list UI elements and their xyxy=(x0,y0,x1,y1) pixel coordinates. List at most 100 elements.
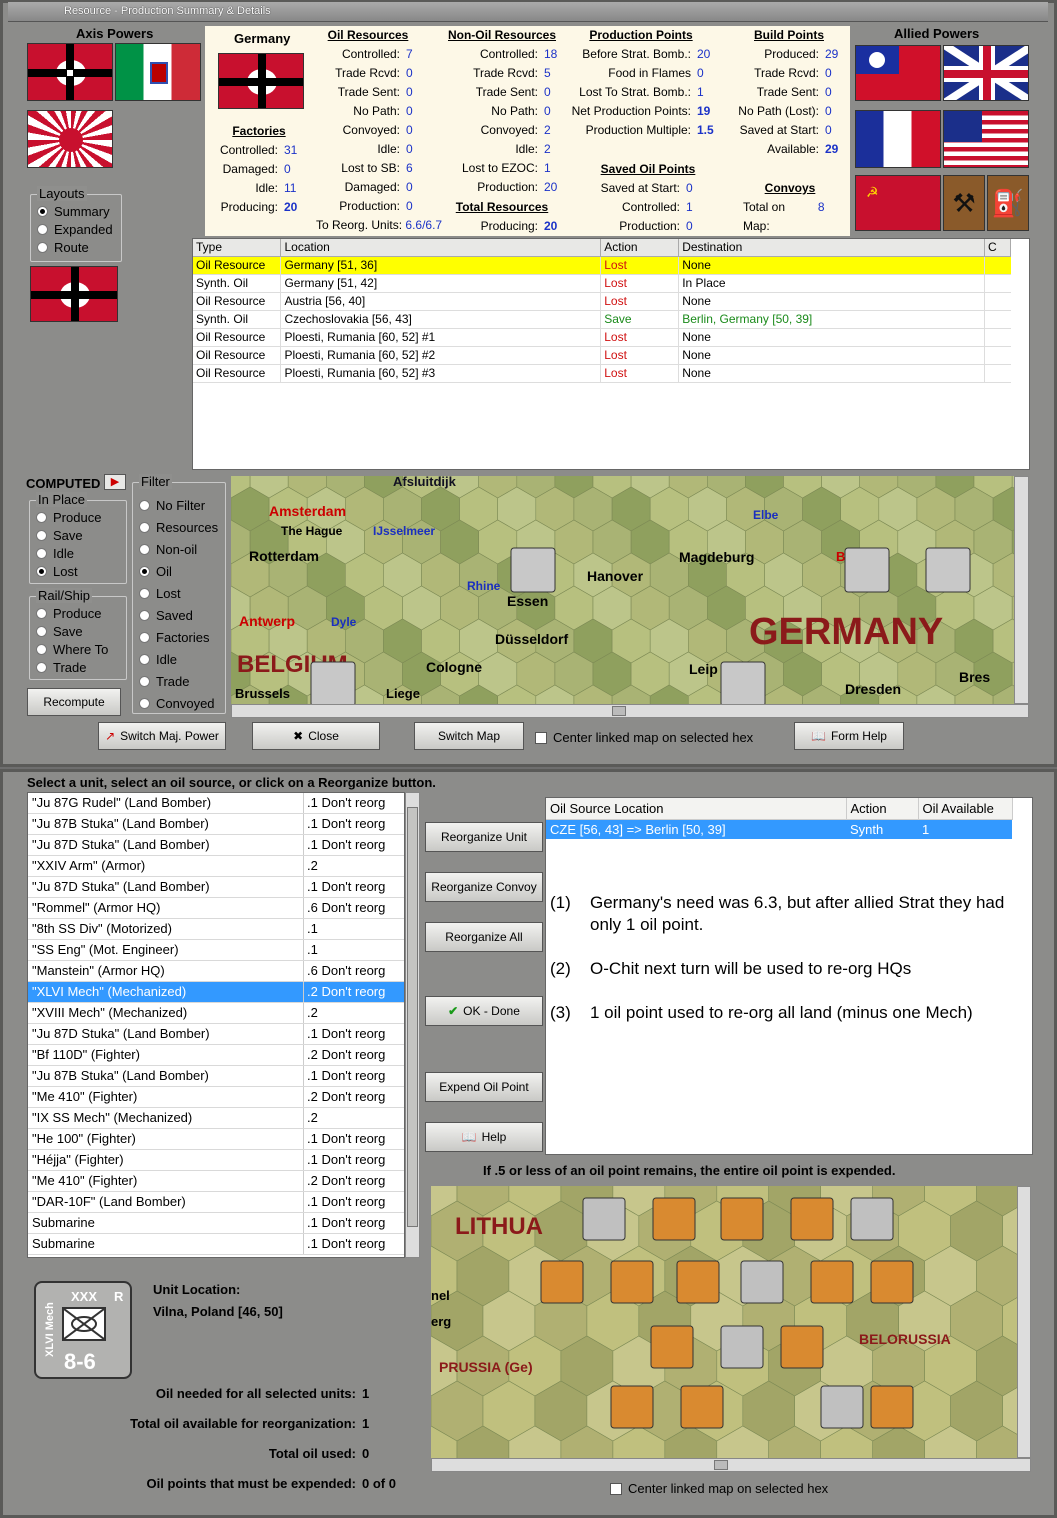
filter-option-oil[interactable]: Oil xyxy=(139,560,218,582)
oil-derrick-icon[interactable]: ⛽ xyxy=(987,175,1029,231)
map-unit-counter[interactable] xyxy=(720,661,766,704)
flag-uk[interactable] xyxy=(943,45,1029,101)
top-map-vscroll[interactable] xyxy=(1014,476,1029,704)
unit-list-item[interactable]: "XLVI Mech" (Mechanized) .2 Don't reorg xyxy=(28,982,404,1003)
map-unit-counter[interactable] xyxy=(582,1197,626,1241)
column-header[interactable]: Action xyxy=(600,239,680,257)
filter-option-saved[interactable]: Saved xyxy=(139,604,218,626)
unit-list-item[interactable]: "Manstein" (Armor HQ) .6 Don't reorg xyxy=(28,961,404,982)
recompute-button[interactable]: Recompute xyxy=(27,688,121,716)
oil-column-header[interactable]: Oil Available xyxy=(918,798,1013,820)
map-unit-counter[interactable] xyxy=(844,547,890,593)
oil-source-row[interactable]: CZE [56, 43] => Berlin [50, 39] Synth 1 xyxy=(546,819,1012,839)
map-unit-counter[interactable] xyxy=(676,1260,720,1304)
in_place-option-lost[interactable]: Lost xyxy=(36,562,101,580)
table-row[interactable]: Synth. Oil Germany [51, 42] Lost In Place xyxy=(193,274,1011,293)
reorganize-all-button[interactable]: Reorganize All xyxy=(425,922,543,952)
unit-list-item[interactable]: "Me 410" (Fighter) .2 Don't reorg xyxy=(28,1171,404,1192)
filter-option-idle[interactable]: Idle xyxy=(139,648,218,670)
unit-list-item[interactable]: Submarine .1 Don't reorg xyxy=(28,1234,404,1255)
production-icon[interactable]: ⚒ xyxy=(943,175,985,231)
flag-japan[interactable] xyxy=(27,110,113,168)
map-unit-counter[interactable] xyxy=(780,1325,824,1369)
filter-option-no-filter[interactable]: No Filter xyxy=(139,494,218,516)
rail_ship-option-produce[interactable]: Produce xyxy=(36,604,108,622)
reorganize-unit-button[interactable]: Reorganize Unit xyxy=(425,822,543,852)
oil-column-header[interactable]: Oil Source Location xyxy=(546,798,847,820)
column-header[interactable]: Destination xyxy=(678,239,985,257)
unit-list-item[interactable]: "Héjja" (Fighter) .1 Don't reorg xyxy=(28,1150,404,1171)
unit-list-item[interactable]: Submarine .1 Don't reorg xyxy=(28,1213,404,1234)
unit-list-item[interactable]: "Bf 110D" (Fighter) .2 Don't reorg xyxy=(28,1045,404,1066)
table-row[interactable]: Oil Resource Ploesti, Rumania [60, 52] #3… xyxy=(193,364,1011,383)
map-unit-counter[interactable] xyxy=(925,547,971,593)
table-row[interactable]: Synth. Oil Czechoslovakia [56, 43] Save Ber… xyxy=(193,310,1011,329)
unit-list-item[interactable]: "Ju 87D Stuka" (Land Bomber) .1 Don't reo… xyxy=(28,877,404,898)
center-linked-checkbox-top[interactable]: Center linked map on selected hex xyxy=(535,730,753,745)
in_place-option-save[interactable]: Save xyxy=(36,526,101,544)
center-linked-checkbox-bottom[interactable]: Center linked map on selected hex xyxy=(610,1481,828,1496)
unit-list-item[interactable]: "He 100" (Fighter) .1 Don't reorg xyxy=(28,1129,404,1150)
table-row[interactable]: Oil Resource Ploesti, Rumania [60, 52] #2… xyxy=(193,346,1011,365)
unit-list-item[interactable]: "Ju 87B Stuka" (Land Bomber) .1 Don't reo… xyxy=(28,1066,404,1087)
top-map-hscroll[interactable] xyxy=(231,704,1029,718)
layouts-option-expanded[interactable]: Expanded xyxy=(37,220,113,238)
filter-option-non-oil[interactable]: Non-oil xyxy=(139,538,218,560)
column-header[interactable]: Type xyxy=(193,239,282,257)
map-unit-counter[interactable] xyxy=(870,1260,914,1304)
bottom-map-hscroll[interactable] xyxy=(431,1458,1031,1472)
unit-list-item[interactable]: "DAR-10F" (Land Bomber) .1 Don't reorg xyxy=(28,1192,404,1213)
column-header[interactable]: Location xyxy=(280,239,602,257)
unit-list-item[interactable]: "SS Eng" (Mot. Engineer) .1 xyxy=(28,940,404,961)
switch-map-button[interactable]: Switch Map xyxy=(414,722,524,750)
bottom-map[interactable]: LITHUABELORUSSIAPRUSSIA (Ge)nelergna xyxy=(431,1186,1017,1458)
form-help-button[interactable]: 📖 Form Help xyxy=(794,722,904,750)
unit-list-item[interactable]: "XVIII Mech" (Mechanized) .2 xyxy=(28,1003,404,1024)
flag-ussr[interactable]: ☭ xyxy=(855,175,941,231)
map-unit-counter[interactable] xyxy=(510,547,556,593)
rail_ship-option-where-to[interactable]: Where To xyxy=(36,640,108,658)
map-unit-counter[interactable] xyxy=(720,1197,764,1241)
reorganize-convoy-button[interactable]: Reorganize Convoy xyxy=(425,872,543,902)
map-unit-counter[interactable] xyxy=(790,1197,834,1241)
bottom-map-vscroll[interactable] xyxy=(1017,1186,1031,1458)
rail_ship-option-trade[interactable]: Trade xyxy=(36,658,108,676)
flag-usa[interactable] xyxy=(943,110,1029,168)
computed-arrow-button[interactable]: ▶ xyxy=(104,474,126,490)
table-row[interactable]: Oil Resource Germany [51, 36] Lost None xyxy=(193,256,1011,275)
unit-list[interactable]: "Ju 87G Rudel" (Land Bomber) .1 Don't reo… xyxy=(27,792,405,1258)
unit-list-item[interactable]: "XXIV Arm" (Armor) .2 xyxy=(28,856,404,877)
filter-option-trade[interactable]: Trade xyxy=(139,670,218,692)
flag-france[interactable] xyxy=(855,110,941,168)
in_place-option-produce[interactable]: Produce xyxy=(36,508,101,526)
unit-list-item[interactable]: "8th SS Div" (Motorized) .1 xyxy=(28,919,404,940)
oil-column-header[interactable]: Action xyxy=(846,798,919,820)
unit-list-item[interactable]: "IX SS Mech" (Mechanized) .2 xyxy=(28,1108,404,1129)
map-unit-counter[interactable] xyxy=(610,1260,654,1304)
table-row[interactable]: Oil Resource Ploesti, Rumania [60, 52] #1… xyxy=(193,328,1011,347)
column-header[interactable]: C xyxy=(984,239,1012,257)
map-unit-counter[interactable] xyxy=(810,1260,854,1304)
map-unit-counter[interactable] xyxy=(540,1260,584,1304)
layouts-option-summary[interactable]: Summary xyxy=(37,202,113,220)
expend-oil-point-button[interactable]: Expend Oil Point xyxy=(425,1072,543,1102)
top-map[interactable]: Afsluitdijk Amsterdam The Hague IJsselmeer R… xyxy=(231,476,1014,704)
map-unit-counter[interactable] xyxy=(652,1197,696,1241)
rail_ship-option-save[interactable]: Save xyxy=(36,622,108,640)
map-unit-counter[interactable] xyxy=(850,1197,894,1241)
in_place-option-idle[interactable]: Idle xyxy=(36,544,101,562)
close-button[interactable]: ✖ Close xyxy=(252,722,380,750)
unit-list-item[interactable]: "Ju 87B Stuka" (Land Bomber) .1 Don't reo… xyxy=(28,814,404,835)
unit-list-item[interactable]: "Ju 87D Stuka" (Land Bomber) .1 Don't reo… xyxy=(28,835,404,856)
unit-list-item[interactable]: "Me 410" (Fighter) .2 Don't reorg xyxy=(28,1087,404,1108)
map-unit-counter[interactable] xyxy=(310,661,356,704)
filter-option-factories[interactable]: Factories xyxy=(139,626,218,648)
map-unit-counter[interactable] xyxy=(680,1385,724,1429)
map-unit-counter[interactable] xyxy=(610,1385,654,1429)
help-button[interactable]: 📖 Help xyxy=(425,1122,543,1152)
unit-list-item[interactable]: "Ju 87D Stuka" (Land Bomber) .1 Don't reo… xyxy=(28,1024,404,1045)
map-unit-counter[interactable] xyxy=(720,1325,764,1369)
map-unit-counter[interactable] xyxy=(740,1260,784,1304)
table-row[interactable]: Oil Resource Austria [56, 40] Lost None xyxy=(193,292,1011,311)
unit-list-item[interactable]: "Rommel" (Armor HQ) .6 Don't reorg xyxy=(28,898,404,919)
